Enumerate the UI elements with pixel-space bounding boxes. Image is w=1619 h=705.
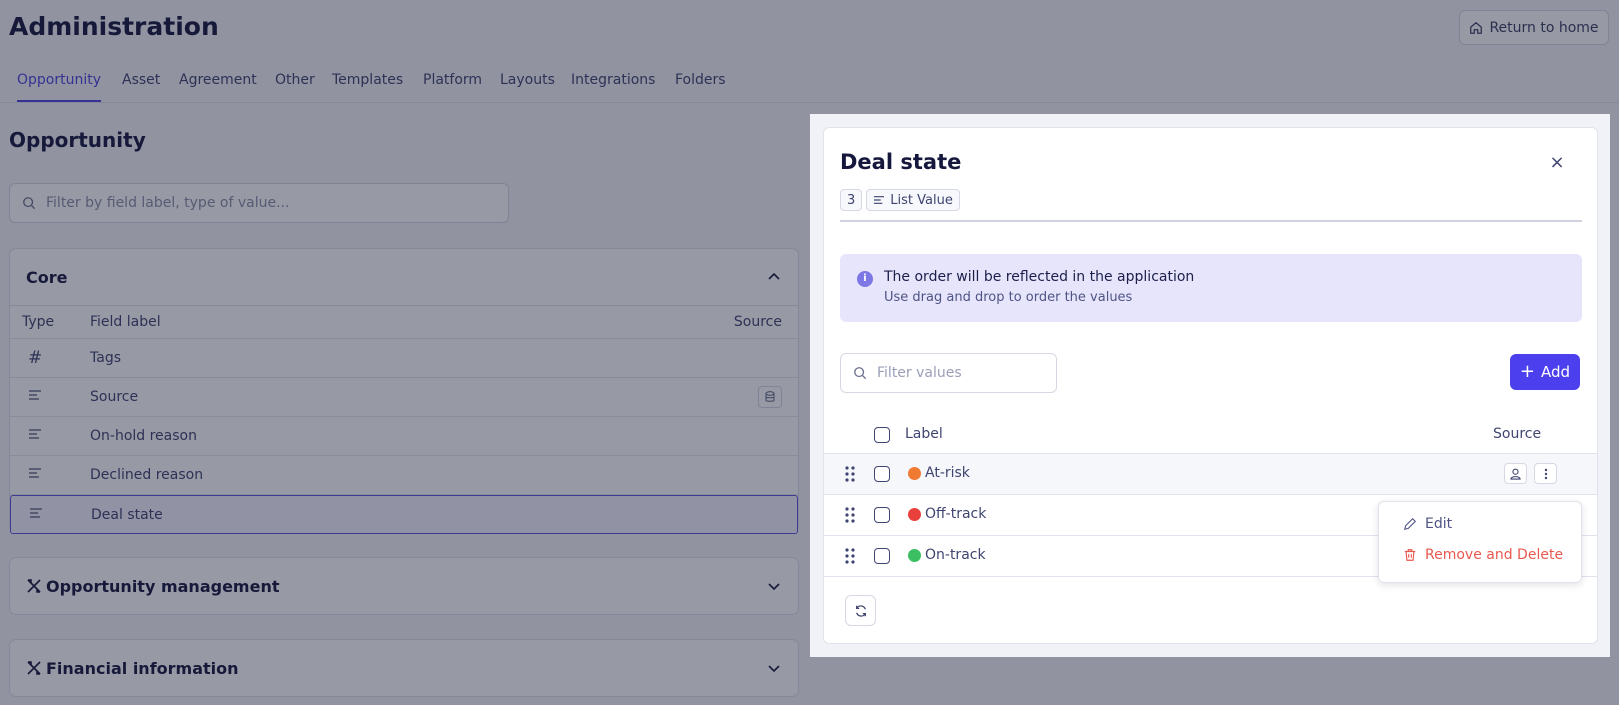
count-badge: 3	[840, 189, 863, 211]
row-context-menu: Edit Remove and Delete	[1378, 501, 1582, 583]
drag-handle-icon[interactable]	[845, 466, 855, 482]
value-row[interactable]: At-risk	[824, 454, 1597, 495]
drawer-title: Deal state	[840, 150, 962, 174]
value-label: Off-track	[925, 506, 987, 522]
refresh-icon	[855, 604, 866, 617]
drag-handle-icon[interactable]	[845, 548, 855, 564]
color-dot	[908, 549, 921, 562]
col-label: Label	[905, 426, 943, 442]
remove-delete-menu-item[interactable]: Remove and Delete	[1403, 547, 1563, 563]
filter-values-input[interactable]: Filter values	[840, 353, 1057, 393]
row-checkbox[interactable]	[874, 548, 890, 564]
trash-icon	[1404, 549, 1416, 561]
color-dot	[908, 508, 921, 521]
value-label: On-track	[925, 547, 986, 563]
row-checkbox[interactable]	[874, 466, 890, 482]
edit-menu-item[interactable]: Edit	[1403, 516, 1452, 532]
select-all-checkbox[interactable]	[874, 427, 890, 443]
list-icon	[874, 196, 885, 204]
info-subtitle: Use drag and drop to order the values	[884, 290, 1133, 305]
row-checkbox[interactable]	[874, 507, 890, 523]
value-label: At-risk	[925, 465, 970, 481]
drag-handle-icon[interactable]	[845, 507, 855, 523]
remove-delete-label: Remove and Delete	[1425, 547, 1564, 563]
col-source: Source	[1493, 426, 1542, 442]
plus-icon: +	[1519, 361, 1536, 382]
color-dot	[908, 467, 921, 480]
divider	[840, 220, 1582, 222]
pencil-icon	[1403, 517, 1417, 531]
field-badges: 3 List Value	[840, 189, 960, 211]
filter-values-placeholder: Filter values	[877, 365, 962, 381]
values-table-header: Label Source	[824, 416, 1597, 454]
more-options-button[interactable]	[1534, 463, 1557, 484]
edit-label: Edit	[1425, 516, 1453, 532]
user-source-icon	[1504, 463, 1527, 484]
close-icon[interactable]: ×	[1548, 154, 1566, 172]
add-label: Add	[1541, 363, 1571, 381]
info-banner: i The order will be reflected in the app…	[840, 254, 1582, 322]
add-value-button[interactable]: + Add	[1510, 354, 1580, 390]
kebab-icon	[1544, 468, 1547, 479]
info-title: The order will be reflected in the appli…	[884, 269, 1195, 285]
refresh-button[interactable]	[845, 595, 876, 626]
info-icon: i	[857, 271, 873, 287]
type-badge-label: List Value	[890, 192, 953, 208]
type-badge: List Value	[866, 189, 960, 211]
search-icon	[854, 367, 867, 380]
